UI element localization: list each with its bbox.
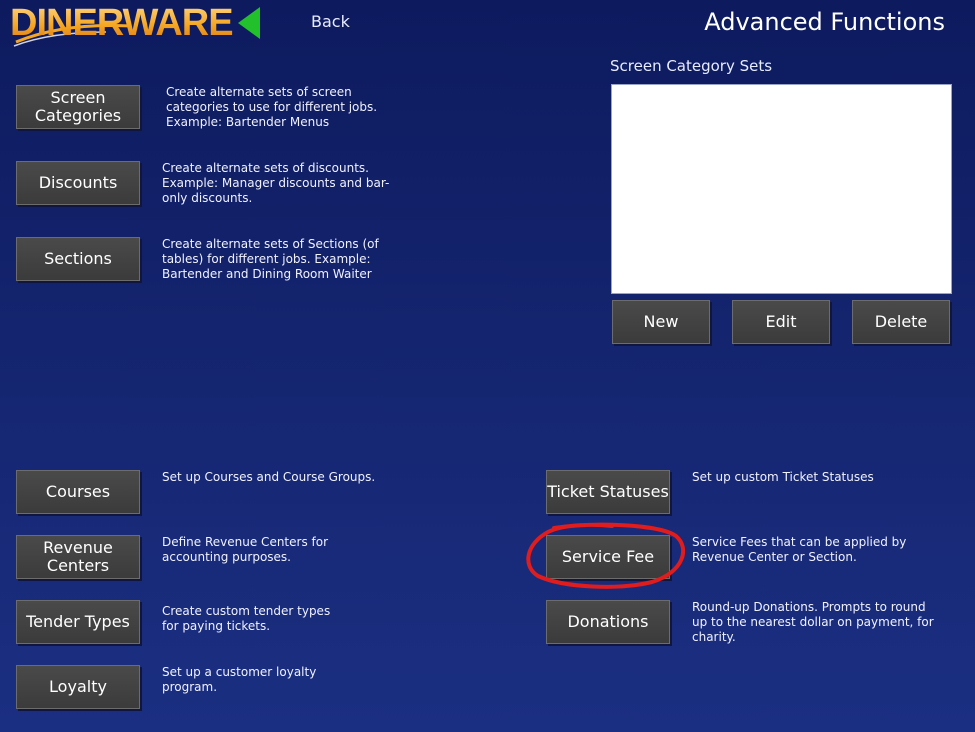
loyalty-button[interactable]: Loyalty [16,665,140,709]
desc-line: Create custom tender types [162,604,331,618]
desc-line: Example: Bartender Menus [166,115,330,129]
service-fee-description: Service Fees that can be applied by Reve… [692,535,906,565]
desc-line: for paying tickets. [162,619,271,633]
donations-description: Round-up Donations. Prompts to round up … [692,600,934,645]
category-sets-list[interactable] [611,84,952,294]
screen-categories-button[interactable]: Screen Categories [16,85,140,129]
ticket-statuses-button[interactable]: Ticket Statuses [546,470,670,514]
logo-text: DINERWARE [10,2,234,44]
desc-line: Bartender and Dining Room Waiter [162,267,372,281]
desc-line: Create alternate sets of Sections (of [162,237,379,251]
discounts-description: Create alternate sets of discounts. Exam… [162,161,389,206]
desc-line: program. [162,680,218,694]
revenue-centers-description: Define Revenue Centers for accounting pu… [162,535,328,565]
category-sets-label: Screen Category Sets [610,57,773,75]
back-button[interactable]: Back [311,12,350,31]
page-title: Advanced Functions [704,8,945,36]
service-fee-button[interactable]: Service Fee [546,535,670,579]
desc-line: Set up Courses and Course Groups. [162,470,376,484]
courses-description: Set up Courses and Course Groups. [162,470,375,485]
screen-categories-description: Create alternate sets of screen categori… [166,85,377,130]
desc-line: accounting purposes. [162,550,291,564]
desc-line: Round-up Donations. Prompts to round [692,600,926,614]
edit-set-button[interactable]: Edit [732,300,830,344]
sections-description: Create alternate sets of Sections (of ta… [162,237,379,282]
sections-button[interactable]: Sections [16,237,140,281]
back-arrow-icon[interactable] [238,7,260,39]
desc-line: Define Revenue Centers for [162,535,329,549]
desc-line: up to the nearest dollar on payment, for [692,615,934,629]
desc-line: Create alternate sets of discounts. [162,161,369,175]
desc-line: Revenue Center or Section. [692,550,857,564]
desc-line: Set up a customer loyalty [162,665,317,679]
delete-set-button[interactable]: Delete [852,300,950,344]
dinerware-logo: DINERWARE [10,2,234,48]
desc-line: tables) for different jobs. Example: [162,252,371,266]
tender-types-description: Create custom tender types for paying ti… [162,604,330,634]
desc-line: Create alternate sets of screen [166,85,352,99]
desc-line: only discounts. [162,191,253,205]
ticket-statuses-description: Set up custom Ticket Statuses [692,470,874,485]
donations-button[interactable]: Donations [546,600,670,644]
desc-line: Set up custom Ticket Statuses [692,470,874,484]
desc-line: charity. [692,630,736,644]
discounts-button[interactable]: Discounts [16,161,140,205]
revenue-centers-button[interactable]: Revenue Centers [16,535,140,579]
desc-line: Example: Manager discounts and bar- [162,176,390,190]
new-set-button[interactable]: New [612,300,710,344]
desc-line: categories to use for different jobs. [166,100,378,114]
desc-line: Service Fees that can be applied by [692,535,907,549]
tender-types-button[interactable]: Tender Types [16,600,140,644]
courses-button[interactable]: Courses [16,470,140,514]
loyalty-description: Set up a customer loyalty program. [162,665,316,695]
